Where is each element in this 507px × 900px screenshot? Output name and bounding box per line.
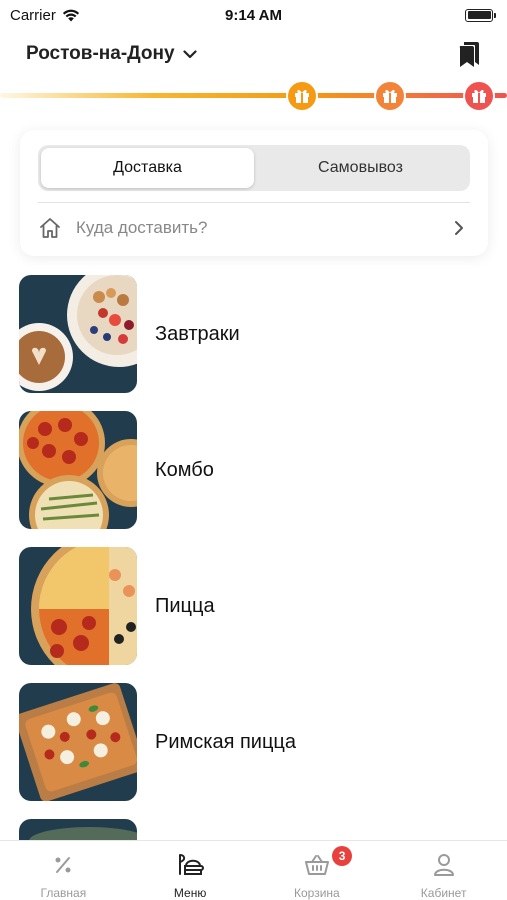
chevron-right-icon: [455, 221, 463, 235]
gift-icon[interactable]: [463, 80, 495, 112]
category-label: Пицца: [155, 594, 215, 617]
tab-home[interactable]: Главная: [0, 841, 127, 900]
delivery-card: Доставка Самовывоз Куда доставить?: [20, 130, 488, 256]
category-roman-pizza[interactable]: Римская пицца: [19, 683, 489, 801]
category-label: Римская пицца: [155, 730, 296, 753]
tab-delivery[interactable]: Доставка: [41, 148, 254, 188]
basket-icon: [303, 851, 331, 878]
category-image-breakfast: [19, 275, 137, 393]
home-icon: [40, 218, 60, 238]
progress-line: [0, 93, 507, 98]
category-image-partial: [19, 819, 137, 840]
wifi-icon: [62, 9, 79, 21]
gift-glyph: [472, 89, 486, 103]
category-image-pizza: [19, 547, 137, 665]
divider: [38, 202, 470, 203]
category-label: Комбо: [155, 458, 214, 481]
tab-pickup[interactable]: Самовывоз: [254, 148, 467, 188]
user-icon: [430, 851, 458, 878]
tab-account[interactable]: Кабинет: [380, 841, 507, 900]
category-image-roman-pizza: [19, 683, 137, 801]
bookmark-icon: [459, 42, 479, 67]
tab-label: Главная: [40, 886, 87, 900]
tab-bar: Главная Меню 3 Корзина Кабинет: [0, 840, 507, 900]
category-label: Завтраки: [155, 322, 240, 345]
city-label: Ростов-на-Дону: [26, 43, 175, 64]
battery-icon: [465, 8, 496, 22]
gift-icon[interactable]: [286, 80, 318, 112]
status-bar: Carrier 9:14 AM: [0, 0, 507, 30]
carrier-label: Carrier: [10, 6, 56, 24]
header: Ростов-на-Дону: [0, 34, 507, 74]
category-breakfast[interactable]: Завтраки: [19, 275, 489, 393]
tab-label: Кабинет: [420, 886, 467, 900]
gift-glyph: [295, 89, 309, 103]
chevron-down-icon: [182, 49, 197, 58]
category-pizza[interactable]: Пицца: [19, 547, 489, 665]
menu-food-icon: [176, 851, 205, 878]
address-placeholder: Куда доставить?: [76, 218, 208, 237]
bookmarks-button[interactable]: [457, 40, 481, 68]
tab-cart[interactable]: 3 Корзина: [254, 841, 381, 900]
gift-glyph: [383, 89, 397, 103]
tab-menu[interactable]: Меню: [127, 841, 254, 900]
category-partial[interactable]: [19, 819, 489, 840]
tab-label: Меню: [173, 886, 207, 900]
delivery-mode-switch: Доставка Самовывоз: [38, 145, 470, 191]
category-image-combo: [19, 411, 137, 529]
gift-icon[interactable]: [374, 80, 406, 112]
status-left: Carrier: [10, 7, 80, 24]
reward-progress: [0, 80, 507, 112]
category-combo[interactable]: Комбо: [19, 411, 489, 529]
city-selector[interactable]: Ростов-на-Дону: [26, 43, 197, 65]
percent-icon: [49, 851, 77, 878]
address-row[interactable]: Куда доставить?: [38, 212, 464, 244]
cart-count-badge: 3: [332, 846, 353, 866]
tab-label: Корзина: [294, 886, 340, 900]
